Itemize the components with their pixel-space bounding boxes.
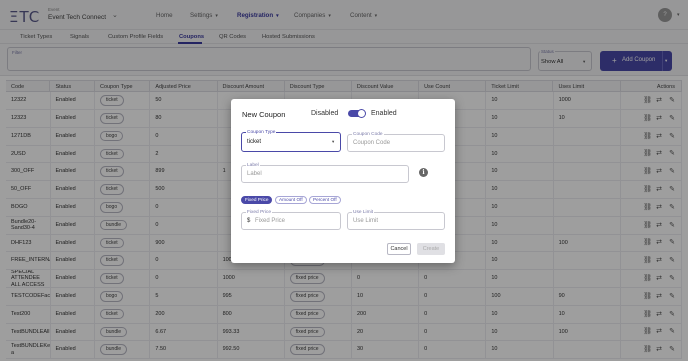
cancel-button[interactable]: Cancel [387,243,411,255]
use-limit-placeholder: Use Limit [353,218,379,224]
use-limit-label: Use Limit [352,210,374,215]
fixed-price-placeholder: Fixed Price [255,218,286,224]
amount-off-chip[interactable]: Amount Off [275,196,307,204]
coupon-code-label: Coupon Code [352,132,384,137]
toggle-knob [357,109,366,118]
dollar-prefix: $ [247,218,251,224]
toggle-on-label: Enabled [371,110,397,117]
label-field-label: Label [246,163,260,168]
coupon-code-field[interactable]: Coupon Code Coupon Code [347,132,445,152]
new-coupon-dialog: New Coupon Disabled Enabled Coupon Type … [231,99,455,263]
label-field[interactable]: Label Label [241,163,409,183]
dialog-title: New Coupon [242,110,286,119]
info-icon[interactable]: i [419,168,428,177]
fixed-price-label: Fixed Price [246,210,272,215]
coupon-type-value: ticket [247,139,262,145]
caret-down-icon: ▾ [332,139,335,144]
percent-off-chip[interactable]: Percent Off [309,196,341,204]
coupon-code-placeholder: Coupon Code [353,140,391,146]
create-button[interactable]: Create [417,243,445,255]
fixed-price-chip[interactable]: Fixed Price [241,196,273,204]
fixed-price-field[interactable]: Fixed Price $ Fixed Price [241,210,341,230]
toggle-off-label: Disabled [311,110,339,117]
coupon-type-label: Coupon Type [246,130,277,135]
label-placeholder: Label [247,171,262,177]
coupon-type-select[interactable]: Coupon Type ticket ▾ [241,130,341,152]
use-limit-field[interactable]: Use Limit Use Limit [347,210,445,230]
enabled-toggle[interactable] [348,109,366,118]
